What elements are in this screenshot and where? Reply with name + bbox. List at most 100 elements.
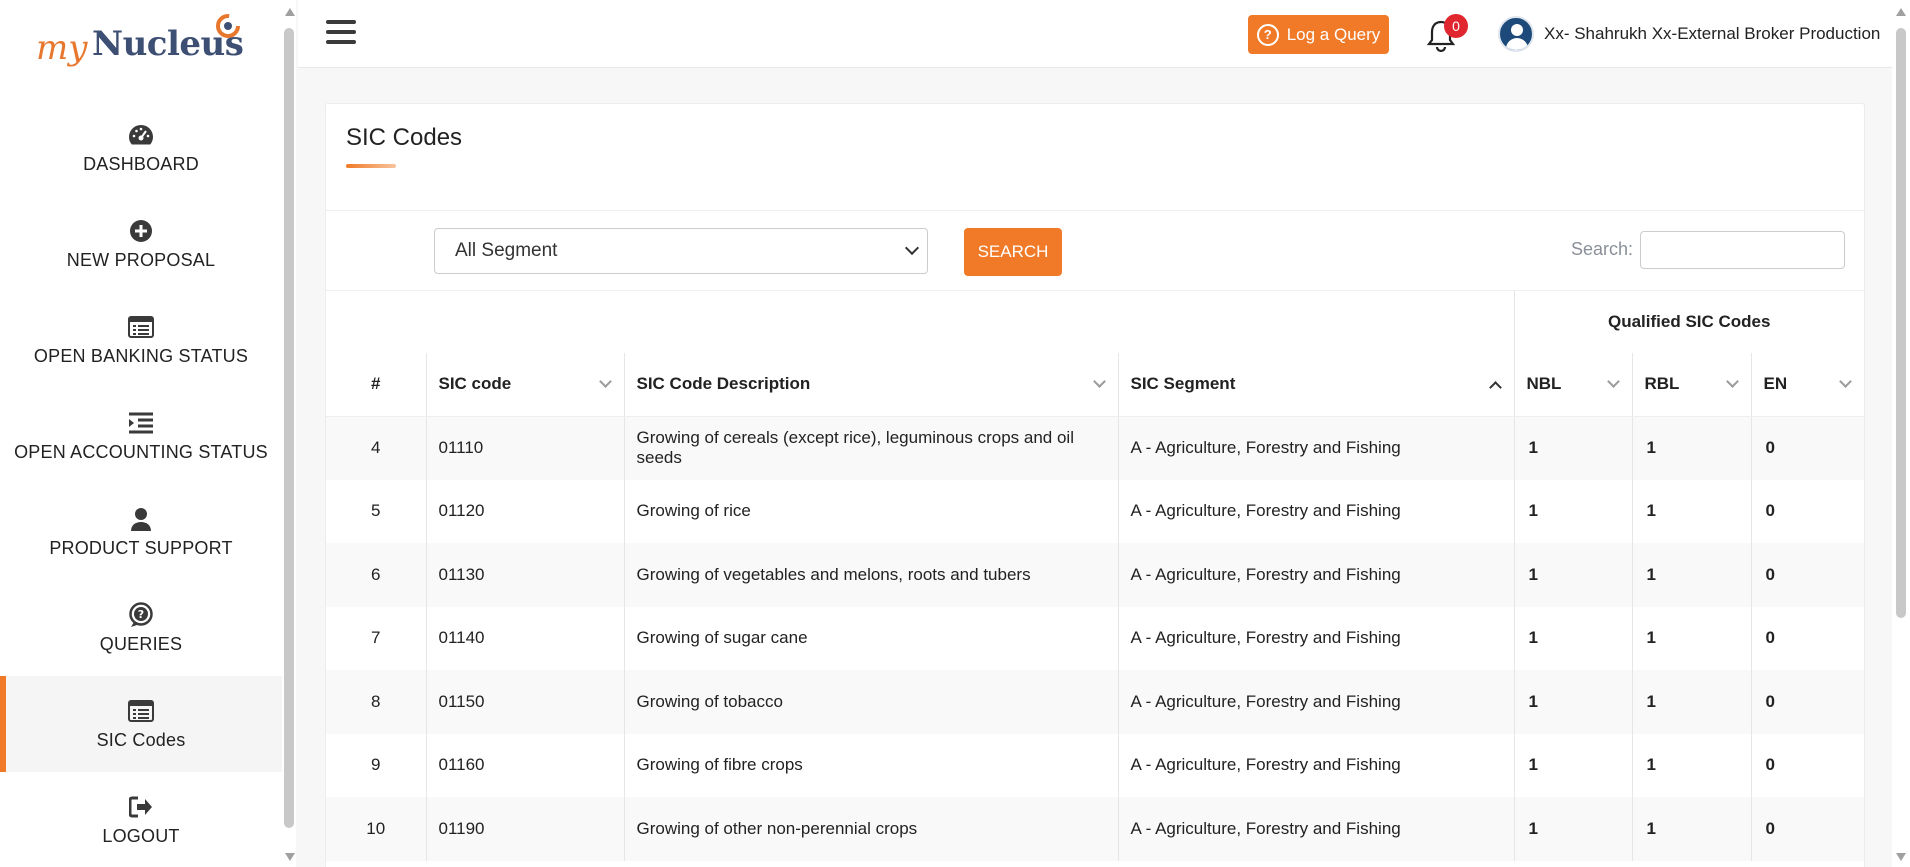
cell-sic-code: 01190 xyxy=(426,797,625,861)
cell-rbl: 1 xyxy=(1632,670,1752,734)
cell-sic-code: 01120 xyxy=(426,479,625,543)
list-card-icon xyxy=(128,314,154,340)
sidebar-item-label: DASHBOARD xyxy=(83,153,199,174)
sidebar-item-label: NEW PROPOSAL xyxy=(66,249,216,270)
cell-index: 7 xyxy=(326,606,427,670)
cell-rbl: 1 xyxy=(1632,479,1752,543)
cell-rbl: 1 xyxy=(1632,416,1752,480)
cell-segment: A - Agriculture, Forestry and Fishing xyxy=(1118,416,1515,480)
cell-index: 8 xyxy=(326,670,427,734)
column-header-sic-code[interactable]: SIC code xyxy=(426,353,625,417)
table-header-row: # SIC code SIC Code Description SIC Segm… xyxy=(326,353,1864,417)
sidebar-scrollbar[interactable] xyxy=(282,0,296,867)
sidebar-item-label: LOGOUT xyxy=(102,825,180,846)
cell-index: 6 xyxy=(326,543,427,607)
cell-en: 0 xyxy=(1765,501,1775,521)
chevron-down-icon xyxy=(904,240,920,256)
sort-chevron-down-icon xyxy=(1092,375,1106,388)
cell-en: 0 xyxy=(1751,670,1864,734)
cell-segment: A - Agriculture, Forestry and Fishing xyxy=(1118,606,1515,670)
table-row: 6 01130 Growing of vegetables and melons… xyxy=(326,543,1864,607)
column-header-segment[interactable]: SIC Segment xyxy=(1118,353,1515,417)
cell-rbl: 1 xyxy=(1632,543,1752,607)
sidebar-scrollbar-thumb[interactable] xyxy=(284,28,294,828)
segment-select[interactable]: All Segment xyxy=(434,228,928,274)
column-header-en[interactable]: EN xyxy=(1751,353,1864,417)
cell-sic-code: 01130 xyxy=(426,543,625,607)
cell-nbl: 1 xyxy=(1514,733,1633,797)
title-underline xyxy=(346,164,396,168)
scroll-up-icon[interactable] xyxy=(285,8,295,16)
search-button[interactable]: SEARCH xyxy=(964,228,1062,276)
column-header-label: SIC Segment xyxy=(1130,374,1236,394)
sidebar-item-product-support[interactable]: PRODUCT SUPPORT xyxy=(0,484,282,580)
sic-codes-card: SIC Codes All Segment SEARCH Search: Qua… xyxy=(325,103,1865,867)
sign-out-icon xyxy=(128,794,154,820)
cell-rbl: 1 xyxy=(1632,797,1752,861)
search-label: Search: xyxy=(1571,239,1634,259)
avatar xyxy=(1498,16,1534,52)
sidebar-nav: DASHBOARD NEW PROPOSAL OPEN BANKING STAT… xyxy=(0,100,282,867)
cell-index: 9 xyxy=(326,733,427,797)
scroll-up-icon[interactable] xyxy=(1896,8,1906,16)
table-row: 10 01190 Growing of other non-perennial … xyxy=(326,797,1864,861)
cell-rbl: 1 xyxy=(1632,733,1752,797)
cell-description: Growing of tobacco xyxy=(624,670,1119,734)
column-header-label: SIC Code Description xyxy=(636,374,811,394)
main-scrollbar[interactable] xyxy=(1892,0,1910,867)
logo-swirl-icon xyxy=(216,14,240,38)
cell-description: Growing of vegetables and melons, roots … xyxy=(624,543,1119,607)
logo-text-my: my xyxy=(36,28,88,68)
cell-nbl: 1 xyxy=(1514,797,1633,861)
cell-index: 10 xyxy=(326,797,427,861)
table-row: 4 01110 Growing of cereals (except rice)… xyxy=(326,416,1864,480)
filter-bar: All Segment SEARCH Search: xyxy=(326,211,1864,291)
search-input[interactable] xyxy=(1640,231,1845,269)
cell-sic-code: 01140 xyxy=(426,606,625,670)
user-menu[interactable]: Xx- Shahrukh Xx-External Broker Producti… xyxy=(1498,14,1880,54)
sidebar-item-new-proposal[interactable]: NEW PROPOSAL xyxy=(0,196,282,292)
log-a-query-button[interactable]: ? Log a Query xyxy=(1248,15,1389,54)
qualified-sic-codes-header: Qualified SIC Codes xyxy=(1608,312,1771,331)
top-bar: ? Log a Query 0 Xx- Shahrukh Xx-External… xyxy=(298,0,1892,68)
cell-en: 0 xyxy=(1751,797,1864,861)
column-header-rbl[interactable]: RBL xyxy=(1632,353,1752,417)
main-scrollbar-thumb[interactable] xyxy=(1896,28,1906,618)
cell-description: Growing of fibre crops xyxy=(624,733,1119,797)
sic-codes-table: Qualified SIC Codes # SIC code SIC Code … xyxy=(326,291,1864,861)
hamburger-menu-icon[interactable] xyxy=(326,20,356,46)
cell-segment: A - Agriculture, Forestry and Fishing xyxy=(1118,797,1515,861)
indent-list-icon xyxy=(128,410,154,436)
cell-segment: A - Agriculture, Forestry and Fishing xyxy=(1118,543,1515,607)
scroll-down-icon[interactable] xyxy=(1896,853,1906,861)
sidebar-item-sic-codes[interactable]: SIC Codes xyxy=(0,676,282,772)
sidebar-item-dashboard[interactable]: DASHBOARD xyxy=(0,100,282,196)
cell-nbl: 1 xyxy=(1514,543,1633,607)
cell-nbl: 1 xyxy=(1514,670,1633,734)
column-header-description[interactable]: SIC Code Description xyxy=(624,353,1119,417)
column-header-index[interactable]: # xyxy=(326,353,427,417)
column-header-label: EN xyxy=(1763,374,1788,394)
sidebar-item-label: SIC Codes xyxy=(96,729,186,750)
sidebar: my Nucleus DASHBOARD NEW PROPOSAL OPEN B… xyxy=(0,0,282,867)
sidebar-item-queries[interactable]: ? QUERIES xyxy=(0,580,282,676)
table-row: 7 01140 Growing of sugar cane A - Agricu… xyxy=(326,606,1864,670)
table-row: 5 01120 Growing of rice A - Agriculture,… xyxy=(326,479,1864,543)
column-header-label: RBL xyxy=(1644,374,1680,394)
sidebar-item-label: OPEN ACCOUNTING STATUS xyxy=(14,441,268,462)
sort-chevron-down-icon xyxy=(598,375,612,388)
question-icon: ? xyxy=(1256,23,1279,46)
question-circle-icon: ? xyxy=(128,601,154,628)
sidebar-item-logout[interactable]: LOGOUT xyxy=(0,772,282,867)
column-header-nbl[interactable]: NBL xyxy=(1514,353,1633,417)
sidebar-item-open-accounting-status[interactable]: OPEN ACCOUNTING STATUS xyxy=(0,388,282,484)
cell-nbl: 1 xyxy=(1514,416,1633,480)
cell-rbl: 1 xyxy=(1632,606,1752,670)
sidebar-item-open-banking-status[interactable]: OPEN BANKING STATUS xyxy=(0,292,282,388)
cell-sic-code: 01110 xyxy=(426,416,625,480)
cell-description: Growing of other non-perennial crops xyxy=(624,797,1119,861)
scroll-down-icon[interactable] xyxy=(285,853,295,861)
cell-description: Growing of sugar cane xyxy=(624,606,1119,670)
mynucleus-logo[interactable]: my Nucleus xyxy=(36,12,256,72)
cell-description: Growing of cereals (except rice), legumi… xyxy=(624,416,1119,480)
